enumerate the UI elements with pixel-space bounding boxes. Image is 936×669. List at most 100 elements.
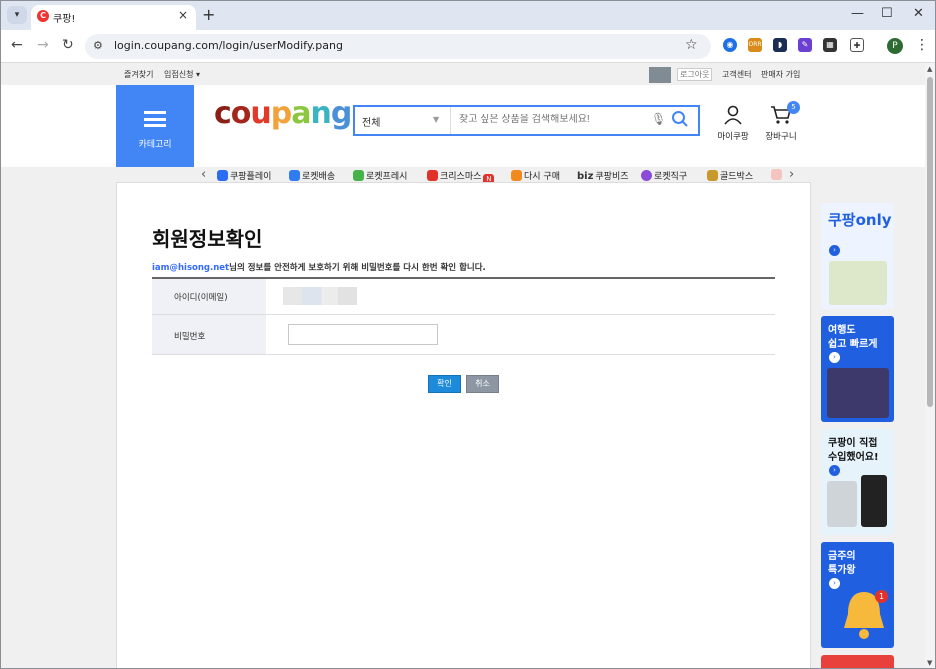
bookmark-star-icon[interactable]: ☆ [685,37,698,53]
close-window-button[interactable]: ✕ [913,6,924,21]
confirm-form-table: 아이디(이메일) 비밀번호 [152,277,775,355]
ad-coupang-only[interactable]: 쿠팡only › [821,203,894,309]
site-info-icon[interactable]: ⚙ [93,39,103,52]
cancel-button[interactable]: 취소 [466,375,499,393]
password-row: 비밀번호 [152,315,775,355]
menu-label: 크리스마스 [440,172,482,182]
menu-label: 다시 구매 [524,172,560,182]
ad-partial[interactable] [821,655,894,668]
menu-item-rebuy[interactable]: 다시 구매 [511,169,560,182]
extension-1-icon[interactable]: ◉ [723,38,737,52]
menu-item-coupang-play[interactable]: 쿠팡플레이 [217,169,271,182]
coupang-logo[interactable]: coupang [214,97,352,131]
ad-text: 쿠팡only [828,211,892,229]
search-category-value: 전체 [362,118,381,129]
rocket-fresh-icon [353,170,364,181]
browser-window: ▾ C 쿠팡! × + — ☐ ✕ ← → ↻ ⚙ login.coupang.… [0,0,936,669]
browser-menu-icon[interactable]: ⋮ [915,37,929,53]
ad-text: 쿠팡이 직접 수입했어요! [828,438,879,463]
ad-travel[interactable]: 여행도 쉽고 빠르게 › [821,316,894,422]
menu-label: 로켓프레시 [366,172,408,182]
scroll-up-icon[interactable]: ▲ [927,65,932,73]
menu-item-rocket-fresh[interactable]: 로켓프레시 [353,169,407,182]
search-input[interactable] [459,114,639,125]
menu-item-rocket-delivery[interactable]: 로켓배송 [289,169,335,182]
ad-text: 여행도 쉽고 빠르게 [828,325,878,350]
cart-button[interactable]: 5 장바구니 [761,101,801,142]
search-icon[interactable] [671,110,689,128]
protein-image [861,475,887,527]
microphone-icon[interactable]: 🎙 [651,112,666,126]
house-icon [511,170,522,181]
arrow-icon: › [829,465,840,476]
favorites-link[interactable]: 즐겨찾기 [124,69,153,80]
menu-label: 쿠팡플레이 [230,172,272,182]
rocket-icon [289,170,300,181]
user-avatar [649,67,671,83]
menu-next-icon[interactable]: › [789,167,794,182]
arrow-icon: › [829,245,840,256]
customer-center-link[interactable]: 고객센터 [722,69,751,80]
close-tab-icon[interactable]: × [178,8,188,22]
modify-confirm-panel: 회원정보확인 iam@hisong.net님의 정보를 안전하게 보호하기 위해… [116,182,811,668]
category-label: 카테고리 [138,140,172,150]
chevron-down-icon: ▼ [433,115,440,124]
reload-button[interactable]: ↻ [62,37,74,53]
search-bar: 전체 ▼ 🎙 [353,105,700,136]
menu-item-rocket-direct[interactable]: 로켓직구 [641,169,687,182]
hamburger-icon [144,111,166,127]
tab-search-button[interactable]: ▾ [7,6,27,24]
logout-link[interactable]: 로그아웃 [677,68,713,81]
scroll-down-icon[interactable]: ▼ [927,659,932,667]
user-icon [724,105,742,125]
profile-avatar[interactable]: P [887,38,903,54]
password-input[interactable] [288,324,438,345]
back-button[interactable]: ← [11,37,23,53]
menu-label: 로켓직구 [654,172,688,182]
id-row: 아이디(이메일) [152,279,775,315]
scrollbar-thumb[interactable] [927,77,933,407]
extension-5-icon[interactable]: ▦ [823,38,837,52]
menu-item-coupang-biz[interactable]: biz 쿠팡비즈 [577,169,629,182]
maximize-button[interactable]: ☐ [881,6,893,21]
password-label: 비밀번호 [152,315,266,354]
new-tab-button[interactable]: + [202,5,215,24]
tab-coupang[interactable]: C 쿠팡! × [31,5,196,30]
extension-2-icon[interactable]: ORR [748,38,762,52]
bell-count-badge: 1 [875,590,888,603]
forward-button[interactable]: → [37,37,49,53]
page-title: 회원정보확인 [152,227,263,251]
omnibox[interactable]: ⚙ login.coupang.com/login/userModify.pan… [85,34,711,59]
robot-vacuum-image [827,481,857,527]
utility-bar: 즐겨찾기 입점신청 ▾ 로그아웃 고객센터 판매자 가입 [1,63,925,85]
seller-apply-link[interactable]: 입점신청 ▾ [164,69,200,80]
page-viewport: 즐겨찾기 입점신청 ▾ 로그아웃 고객센터 판매자 가입 카테고리 coupan… [1,63,925,668]
more-icon [771,169,782,180]
url-text[interactable]: login.coupang.com/login/userModify.pang [114,39,343,52]
cart-label: 장바구니 [765,132,797,142]
ad-direct-import[interactable]: 쿠팡이 직접 수입했어요! › [821,429,894,535]
page-scrollbar[interactable]: ▲ ▼ [925,63,935,668]
tab-title: 쿠팡! [53,14,76,25]
extension-4-icon[interactable]: ✎ [798,38,812,52]
ad-text: 금주의 특가왕 [828,551,856,576]
menu-prev-icon[interactable]: ‹ [201,167,206,182]
menu-label: 로켓배송 [302,172,336,182]
site-header: 카테고리 coupang 전체 ▼ 🎙 마이쿠팡 5 장바구니 [1,85,925,185]
confirm-button[interactable]: 확인 [428,375,461,393]
category-button[interactable]: 카테고리 [116,85,194,167]
extensions-puzzle-icon[interactable]: ✚ [850,38,864,52]
user-email: iam@hisong.net [152,263,230,273]
address-bar: ← → ↻ ⚙ login.coupang.com/login/userModi… [1,30,935,63]
minimize-button[interactable]: — [851,6,864,21]
masked-id-value [283,287,357,305]
menu-item-goldbox[interactable]: 골드박스 [707,169,753,182]
seller-join-link[interactable]: 판매자 가입 [761,69,800,80]
search-category-select[interactable]: 전체 ▼ [355,107,451,134]
side-ad-column: 쿠팡only › 여행도 쉽고 빠르게 › 쿠팡이 직접 수입했어요! › 금주… [821,203,895,668]
mycoupang-button[interactable]: 마이쿠팡 [715,105,751,142]
menu-item-more[interactable] [771,169,784,181]
ad-weekly-deal[interactable]: 금주의 특가왕 › 1 [821,542,894,648]
cart-count-badge: 5 [787,101,800,114]
extension-3-icon[interactable]: ◗ [773,38,787,52]
